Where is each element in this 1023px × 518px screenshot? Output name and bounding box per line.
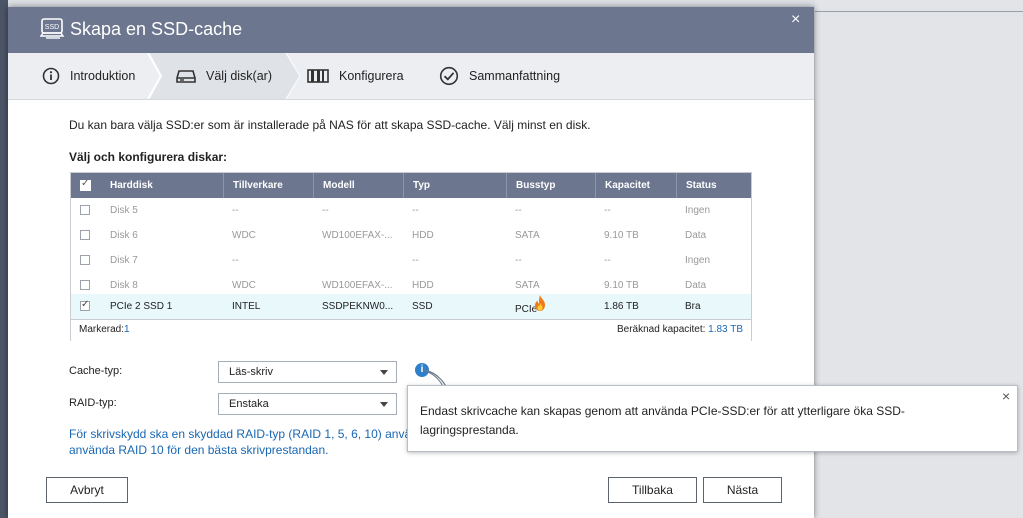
cell-bus: -- [515,205,522,216]
cell-model [313,248,403,273]
cell-capacity: -- [604,255,611,266]
cell-disk: PCIe 2 SSD 1 [110,301,173,312]
info-circle-icon [42,67,60,85]
step-sammanfattning: Sammanfattning [439,53,560,99]
column-header[interactable]: Status [676,173,746,198]
raid-note: För skrivskydd ska en skyddad RAID-typ (… [69,426,414,458]
cell-disk: Disk 6 [110,230,138,241]
column-header[interactable]: Busstyp [506,173,595,198]
selected-value: 1 [124,324,130,335]
intro-text: Du kan bara välja SSD:er som är installe… [69,118,591,132]
step-konfigurera: Konfigurera [307,53,404,99]
cache-type-value: Läs-skriv [229,366,274,378]
cell-bus: SATA [515,230,540,241]
selected-label: Markerad: [79,324,125,335]
cell-type: HDD [412,230,434,241]
cell-vendor: WDC [232,230,256,241]
cell-bus: -- [515,255,522,266]
table-row[interactable]: Disk 6 WDC WD100EFAX-... HDD SATA 9.10 T… [71,223,751,248]
next-button[interactable]: Nästa [703,477,782,503]
cache-type-select[interactable]: Läs-skriv [218,361,397,383]
cell-capacity: -- [604,205,611,216]
cell-status: Bra [685,301,701,312]
cell-bus: PCIe [506,294,595,319]
close-icon[interactable]: × [1002,388,1010,404]
cell-type: -- [412,255,419,266]
raid-note-line: För skrivskydd ska en skyddad RAID-typ (… [69,427,414,441]
step-introduktion: Introduktion [42,53,135,99]
cell-model: -- [322,205,329,216]
cell-status: Data [685,230,707,241]
row-checkbox[interactable] [80,255,90,265]
background-sidebar [0,0,8,518]
cell-capacity: 1.86 TB [604,301,639,312]
step-label: Välj disk(ar) [206,69,272,83]
info-tooltip: Endast skrivcache kan skapas genom att a… [407,385,1018,452]
row-checkbox[interactable] [80,299,90,311]
tooltip-text: Endast skrivcache kan skapas genom att a… [420,404,905,437]
row-checkbox[interactable] [80,230,90,240]
column-header[interactable]: Modell [313,173,403,198]
disk-icon [176,70,196,83]
raid-note-line: använda RAID 10 för den bästa skrivprest… [69,443,329,457]
raid-type-label: RAID-typ: [69,397,117,409]
cell-model: SSDPEKNW0... [322,301,394,312]
cell-disk: Disk 5 [110,205,138,216]
capacity-value: 1.83 TB [708,324,743,335]
dialog-title: Skapa en SSD-cache [70,19,243,39]
dialog-content: Du kan bara välja SSD:er som är installe… [8,100,814,518]
step-label: Konfigurera [339,69,404,83]
step-label: Sammanfattning [469,69,561,83]
cell-vendor: -- [232,205,239,216]
capacity-label: Beräknad kapacitet: [616,324,706,335]
section-title: Välj och konfigurera diskar: [69,150,228,164]
step-label: Introduktion [70,69,136,83]
column-header[interactable]: Kapacitet [595,173,676,198]
raid-type-value: Enstaka [229,398,269,410]
dialog-titlebar: SSD Skapa en SSD-cache × [8,7,814,53]
cell-vendor: INTEL [232,301,261,312]
column-header[interactable]: Tillverkare [223,173,313,198]
close-icon[interactable]: × [791,11,800,29]
cell-capacity: 9.10 TB [604,230,639,241]
column-header[interactable]: Harddisk [101,173,223,198]
step-separator [148,53,162,99]
raid-type-select[interactable]: Enstaka [218,393,397,415]
table-row[interactable]: Disk 5 -- -- -- -- -- Ingen [71,198,751,223]
select-all-checkbox[interactable] [80,178,91,191]
row-checkbox[interactable] [80,280,90,290]
step-valj-diskar: Välj disk(ar) [176,53,272,99]
cell-type: SSD [412,301,433,312]
cell-disk: Disk 7 [110,255,138,266]
table-header: Harddisk Tillverkare Modell Typ Busstyp … [71,173,751,198]
table-footer: Markerad:1 Beräknad kapacitet: 1.83 TB [71,319,751,341]
cell-type: -- [412,205,419,216]
cache-type-label: Cache-typ: [69,365,123,377]
flame-icon [535,295,545,311]
svg-text:SSD: SSD [45,24,59,31]
wizard-steps: Introduktion Välj disk(ar) Konfigurera S… [8,53,814,100]
estimated-capacity: Beräknad kapacitet: 1.83 TB [617,324,743,335]
check-circle-icon [439,66,459,86]
cell-status: Ingen [685,255,711,266]
configure-icon [307,69,329,83]
cancel-button[interactable]: Avbryt [46,477,128,503]
cell-model: WD100EFAX-... [322,230,393,241]
ssd-icon: SSD [40,18,65,39]
chevron-down-icon [380,402,388,407]
disk-table: Harddisk Tillverkare Modell Typ Busstyp … [70,172,752,341]
back-button[interactable]: Tillbaka [608,477,697,503]
table-row-selected[interactable]: PCIe 2 SSD 1 INTEL SSDPEKNW0... SSD PCIe… [71,294,751,319]
table-row[interactable]: Disk 7 -- -- -- -- Ingen [71,248,751,273]
selected-count: Markerad:1 [79,324,130,335]
column-header[interactable]: Typ [403,173,506,198]
cell-status: Ingen [685,205,711,216]
chevron-down-icon [380,370,388,375]
cell-vendor: -- [232,255,239,266]
row-checkbox[interactable] [80,205,90,215]
